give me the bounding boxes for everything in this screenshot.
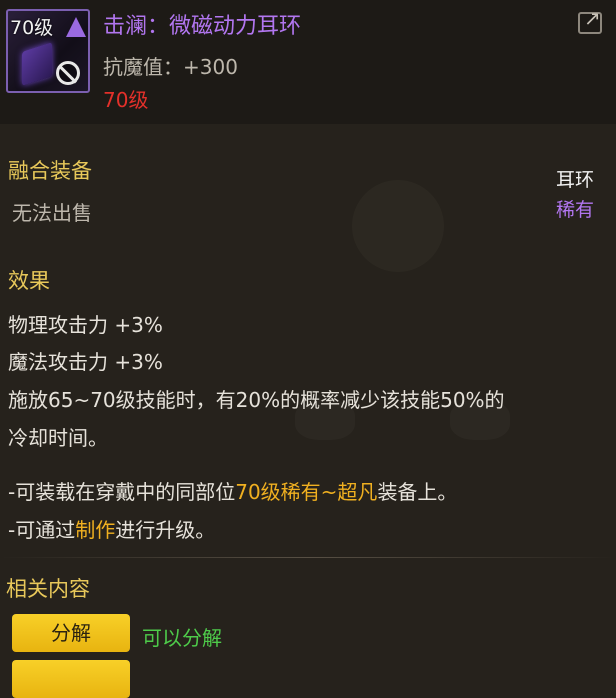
item-header: 70级 击澜：微磁动力耳环 抗魔值：+300 70级 — [0, 0, 616, 124]
item-name: 击澜：微磁动力耳环 — [103, 14, 302, 39]
upgrade-note-suffix: 进行升级。 — [115, 518, 216, 542]
required-level: 70级 — [103, 88, 149, 112]
effects-title: 效果 — [8, 269, 50, 293]
item-attribute: 抗魔值：+300 — [103, 55, 238, 79]
effect-line: 物理攻击力 +3% — [8, 313, 163, 337]
equip-note-highlight: 70级稀有~超凡 — [235, 480, 378, 504]
no-trade-icon — [56, 61, 80, 85]
rarity-triangle-icon — [66, 17, 86, 37]
upgrade-note-prefix: -可通过 — [8, 518, 76, 542]
upgrade-note: -可通过制作进行升级。 — [8, 514, 215, 543]
equip-note-suffix: 装备上。 — [377, 480, 458, 504]
divider — [0, 557, 616, 558]
category-label: 融合装备 — [8, 159, 92, 183]
slot-type: 耳环 — [556, 169, 595, 191]
effect-line: 魔法攻击力 +3% — [8, 350, 163, 374]
background-emblem — [352, 180, 444, 272]
disassemble-note: 可以分解 — [142, 626, 222, 650]
level-badge: 70级 — [10, 17, 54, 39]
craft-link[interactable]: 制作 — [75, 518, 115, 542]
item-icon-frame[interactable]: 70级 — [6, 9, 90, 93]
equip-note-prefix: -可装载在穿戴中的同部位 — [8, 480, 236, 504]
earring-item-icon — [22, 42, 52, 86]
share-icon[interactable] — [578, 6, 602, 34]
equip-note: -可装载在穿戴中的同部位70级稀有~超凡装备上。 — [8, 476, 457, 505]
effect-line: 冷却时间。 — [8, 426, 108, 450]
related-title: 相关内容 — [6, 577, 90, 601]
disassemble-button[interactable]: 分解 — [12, 614, 130, 652]
effect-line: 施放65~70级技能时，有20%的概率减少该技能50%的 — [8, 388, 505, 412]
rarity-label: 稀有 — [556, 199, 595, 221]
sell-status: 无法出售 — [12, 201, 92, 225]
partial-button[interactable] — [12, 660, 130, 698]
